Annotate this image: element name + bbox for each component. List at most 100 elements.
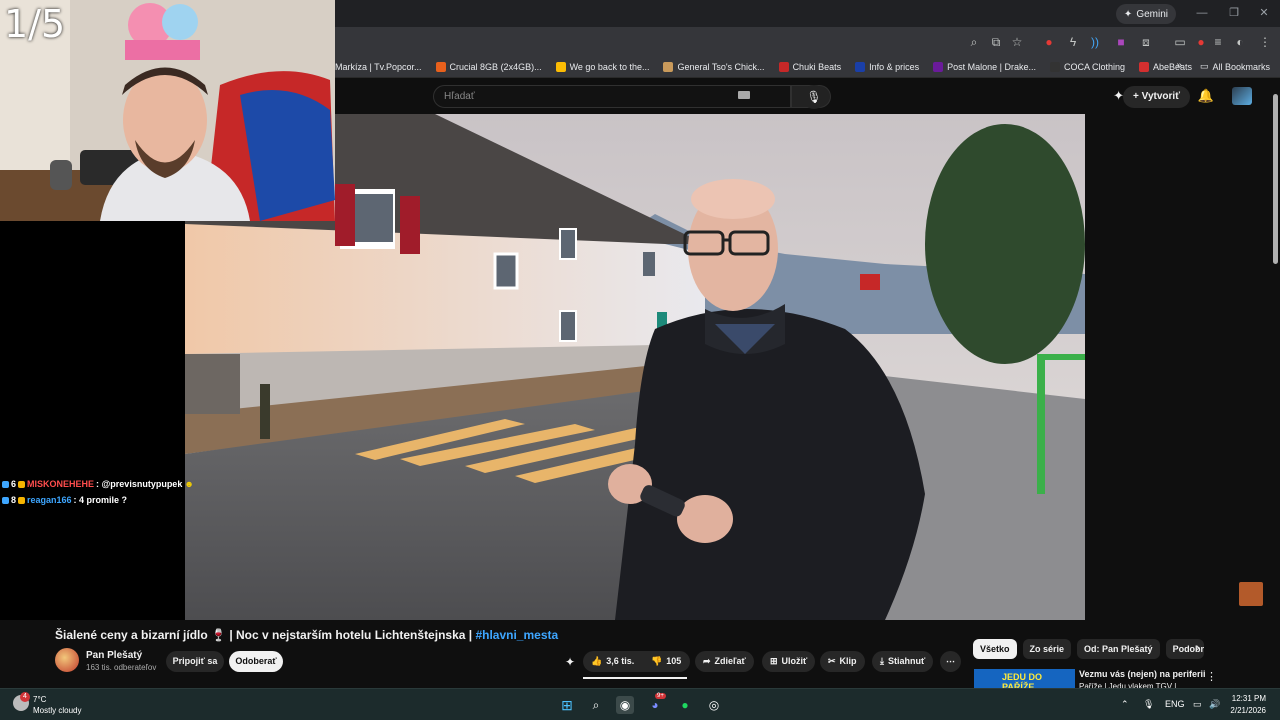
extension-purple-icon[interactable]: ■ xyxy=(1113,34,1129,50)
menu-kebab-icon[interactable]: ⋮ xyxy=(1257,34,1273,50)
more-icon: ⋯ xyxy=(946,656,955,666)
like-button[interactable]: 👍 3,6 tis. xyxy=(583,651,642,672)
tab-search-icon[interactable]: ≡ xyxy=(1210,34,1226,50)
floating-avatar[interactable] xyxy=(1239,582,1263,606)
extension-wave-icon[interactable]: )) xyxy=(1087,34,1103,50)
bookmark-label: Info & prices xyxy=(869,61,920,72)
network-icon[interactable]: ▭ xyxy=(1193,699,1202,710)
clock-time[interactable]: 12:31 PM xyxy=(1232,694,1266,703)
create-label: Vytvoriť xyxy=(1141,91,1180,102)
recommended-title[interactable]: Vezmu vás (nejen) na periferii xyxy=(1079,669,1206,679)
voice-search-button[interactable]: 🎙 xyxy=(802,85,826,109)
mic-icon: 🎙 xyxy=(806,90,822,104)
extensions-puzzle-icon[interactable]: ⧈ xyxy=(1138,34,1154,50)
bookmark-item[interactable]: AbeBeats xyxy=(1139,61,1192,72)
obs-icon[interactable]: ◎ xyxy=(705,696,723,714)
zoom-icon[interactable]: ⌕ xyxy=(966,34,982,50)
create-button[interactable]: + Vytvoriť xyxy=(1123,86,1190,108)
install-icon[interactable]: ⧉ xyxy=(988,34,1004,50)
share-label: Zdieľať xyxy=(714,656,746,666)
account-avatar[interactable] xyxy=(1232,87,1252,105)
chevron-right-icon[interactable]: › xyxy=(1196,642,1200,654)
minimize-icon[interactable]: — xyxy=(1192,4,1212,22)
clock-date[interactable]: 2/21/2026 xyxy=(1230,706,1266,715)
clip-label: Klip xyxy=(839,656,857,666)
weather-description[interactable]: Mostly cloudy xyxy=(33,706,81,715)
ask-ai-icon[interactable]: ✦ xyxy=(565,655,575,669)
bookmark-item[interactable]: We go back to the... xyxy=(555,61,649,72)
bookmark-favicon-icon xyxy=(855,61,866,72)
spotify-icon[interactable]: ● xyxy=(676,696,694,714)
extension-leaf-icon[interactable]: ϟ xyxy=(1065,34,1081,50)
close-icon[interactable]: ✕ xyxy=(1254,4,1274,22)
bookmark-star-icon[interactable]: ☆ xyxy=(1009,34,1025,50)
badge-icon xyxy=(2,496,9,504)
page-scrollbar[interactable] xyxy=(1270,82,1278,682)
badge-icon xyxy=(2,480,9,488)
channel-name[interactable]: Pan Plešatý xyxy=(86,650,142,661)
bookmarks-more[interactable]: » xyxy=(1176,60,1182,71)
volume-icon[interactable]: 🔊 xyxy=(1209,699,1220,710)
weather-temperature[interactable]: 7°C xyxy=(33,695,46,704)
channel-subscribers: 163 tis. odberateľov xyxy=(86,663,157,672)
keyboard-icon[interactable] xyxy=(738,91,750,99)
language-indicator[interactable]: ENG xyxy=(1165,699,1185,709)
bookmark-favicon-icon xyxy=(663,61,674,72)
dislike-button[interactable]: 👎 105 xyxy=(643,651,689,672)
channel-avatar[interactable] xyxy=(55,648,79,672)
bookmark-item[interactable]: Info & prices xyxy=(855,61,920,72)
tray-overflow-icon[interactable]: ⌃ xyxy=(1121,699,1129,710)
notifications-bell-icon[interactable]: 🔔 xyxy=(1198,88,1214,104)
gemini-button[interactable]: ✦ Gemini xyxy=(1115,4,1176,24)
save-button[interactable]: ⊞ Uložiť xyxy=(762,651,816,672)
chat-overlay: 6 MISKONEHEHE : @previsnutypupek ☻ 8 rea… xyxy=(0,221,194,620)
recommended-thumbnail[interactable]: JEDU DO PAŘÍŽE xyxy=(974,669,1075,688)
restore-icon[interactable]: ❐ xyxy=(1224,4,1244,22)
chat-text: : @previsnutypupek xyxy=(96,479,183,489)
streamer-webcam: 1/5 xyxy=(0,0,335,221)
video-title: Šialené ceny a bizarní jídlo 🍷 | Noc v n… xyxy=(55,628,558,642)
scissors-icon: ✂ xyxy=(828,656,836,666)
cast-icon[interactable]: ▭ xyxy=(1172,34,1188,50)
slide-counter: 1/5 xyxy=(4,2,66,46)
youtube-header: Hľadať ⚲ 🎙 ✦ + Vytvoriť 🔔 xyxy=(335,79,1280,114)
clip-button[interactable]: ✂ Klip xyxy=(820,651,865,672)
more-actions-button[interactable]: ⋯ xyxy=(940,651,961,672)
windows-start-icon[interactable]: ⊞ xyxy=(558,696,576,714)
bookmark-label: Chuki Beats xyxy=(792,61,842,72)
video-hashtag[interactable]: #hlavni_mesta xyxy=(475,628,558,642)
bookmark-label: Post Malone | Drake... xyxy=(947,61,1036,72)
browser-titlebar: ✦ Gemini — ❐ ✕ xyxy=(335,0,1280,27)
join-button[interactable]: Pripojiť sa xyxy=(166,651,224,672)
bookmark-item[interactable]: Crucial 8GB (2x4GB)... xyxy=(435,61,542,72)
windows-taskbar: 4 7°C Mostly cloudy ⊞ ⌕ ◉ ◕ 9+ ● ◎ ⌃ 🎙 E… xyxy=(0,688,1280,720)
all-bookmarks[interactable]: ▭ All Bookmarks xyxy=(1200,61,1270,72)
bookmark-favicon-icon xyxy=(1139,61,1150,72)
like-count: 3,6 tis. xyxy=(606,656,635,666)
profile-avatar-icon[interactable]: ◐ xyxy=(1232,34,1248,50)
bookmark-item[interactable]: General Tso's Chick... xyxy=(663,61,765,72)
chip-series[interactable]: Zo série xyxy=(1022,639,1072,659)
discord-badge: 9+ xyxy=(655,693,666,699)
chip-from-channel[interactable]: Od: Pan Plešatý xyxy=(1077,639,1160,659)
scroll-thumb[interactable] xyxy=(1273,94,1278,264)
share-button[interactable]: ➦ Zdieľať xyxy=(695,651,754,672)
extension-record-icon[interactable]: ● xyxy=(1193,34,1209,50)
chrome-icon[interactable]: ◉ xyxy=(616,696,634,714)
chat-user: MISKONEHEHE xyxy=(27,479,95,489)
save-icon: ⊞ xyxy=(770,656,778,666)
bookmark-item[interactable]: Markíza | Tv.Popcor... xyxy=(335,62,422,72)
download-button[interactable]: ⤓ Stiahnuť xyxy=(872,651,934,672)
thumbs-up-icon: 👍 xyxy=(591,656,603,666)
chip-all[interactable]: Všetko xyxy=(973,639,1017,659)
bookmark-item[interactable]: Post Malone | Drake... xyxy=(933,61,1036,72)
bookmark-item[interactable]: Chuki Beats xyxy=(778,61,842,72)
chat-text: : 4 promile ? xyxy=(73,495,128,505)
recommended-menu-icon[interactable]: ⋮ xyxy=(1206,670,1217,683)
subscribe-button[interactable]: Odoberať xyxy=(229,651,283,672)
chat-message: 8 reagan166 : 4 promile ? xyxy=(2,495,127,505)
microphone-icon[interactable]: 🎙 xyxy=(1143,699,1154,710)
extension-red-icon[interactable]: ● xyxy=(1041,34,1057,50)
bookmark-item[interactable]: COCA Clothing xyxy=(1050,61,1125,72)
search-icon[interactable]: ⌕ xyxy=(587,696,605,714)
